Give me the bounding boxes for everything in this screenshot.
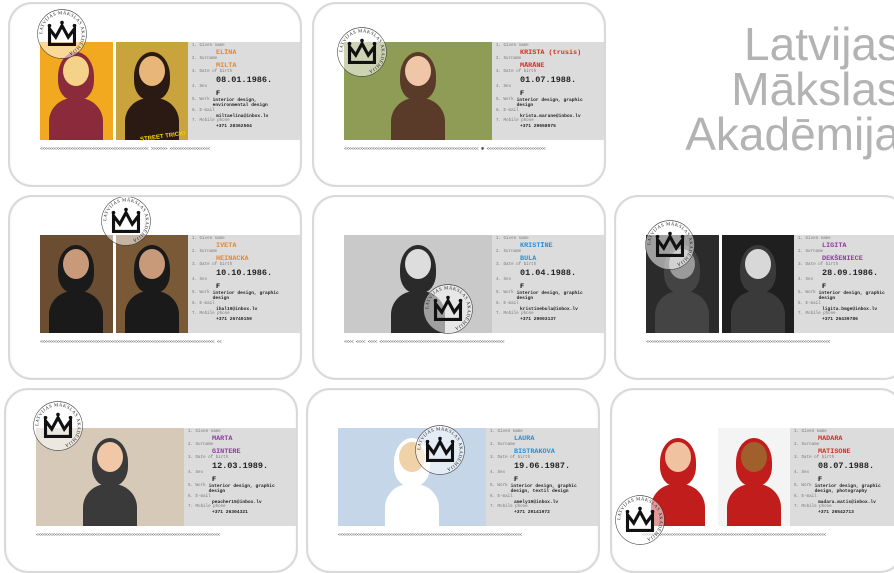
machine-readable-zone: <<<<<<<<<<<<<<<<<<<<<<<<<<<<<<<<<<<<<<<<… — [40, 147, 210, 152]
machine-readable-zone: <<<<<<<<<<<<<<<<<<<<<<<<<<<<<<<<<<<<<<<<… — [344, 147, 546, 152]
mobile-phone: +371 26740159 — [216, 317, 252, 323]
date-of-birth: 08.01.1986. — [216, 75, 273, 85]
student-id-card-7: 1. Given name LAURA 2. Surname BISTRAKOV… — [306, 388, 600, 573]
given-name: LIGITA — [822, 242, 847, 250]
given-name: KRISTA (trusis) — [520, 49, 582, 57]
surname: BISTRAKOVA — [514, 448, 555, 456]
surname: DEKŠENIECE — [822, 255, 863, 263]
student-id-card-2: 1. Given name KRISTA (trusis) 2. Surname… — [312, 2, 606, 187]
surname: MATISONE — [818, 448, 851, 456]
work-field: interior design, graphic design — [208, 484, 275, 495]
info-panel: 1. Given name MADARA 2. Surname MATISONE… — [790, 428, 894, 526]
date-of-birth: 28.09.1986. — [822, 268, 879, 278]
academy-seal-icon: LATVIJAS MĀKSLAS AKADĒMIJA — [100, 197, 152, 247]
sex: F — [514, 476, 519, 484]
machine-readable-zone: <<<<<<<<<<<<<<<<<<<<<<<<<<<<<<<<<<<<<<<<… — [646, 340, 830, 345]
mobile-phone: +371 26542713 — [818, 510, 854, 516]
surname: HEINACKA — [216, 255, 249, 263]
date-of-birth: 01.04.1988. — [520, 268, 577, 278]
work-field: interior design, graphic design, photogr… — [814, 484, 881, 495]
surname: GINTERE — [212, 448, 241, 456]
date-of-birth: 12.03.1989. — [212, 461, 269, 471]
info-panel: 1. Given name KRISTĪNE 2. Surname BULA 3… — [492, 235, 604, 333]
student-id-card-8: 1. Given name MADARA 2. Surname MATISONE… — [610, 388, 894, 573]
label-work: 5. Work interior design, graphic design — [496, 291, 604, 302]
machine-readable-zone: <<<< <<<< <<<< <<<<<<<<<<<<<<<<<<<<<<<<<… — [344, 340, 505, 345]
student-id-card-6: 1. Given name MARTA 2. Surname GINTERE 3… — [4, 388, 298, 573]
portrait-photo — [721, 235, 794, 333]
academy-seal-icon: LATVIJAS MĀKSLAS AKADĒMIJA — [422, 283, 474, 335]
sex: F — [818, 476, 823, 484]
date-of-birth: 01.07.1988. — [520, 75, 577, 85]
student-id-card-4: 1. Given name KRISTĪNE 2. Surname BULA 3… — [312, 195, 606, 380]
surname: BULA — [520, 255, 537, 263]
portrait-photo — [115, 42, 188, 140]
portrait-photo — [40, 235, 113, 333]
given-name: MADARA — [818, 435, 843, 443]
given-name: LAURA — [514, 435, 535, 443]
mobile-phone: +371 26439786 — [822, 317, 858, 323]
mobile-phone: +371 29141972 — [514, 510, 550, 516]
date-of-birth: 19.06.1987. — [514, 461, 571, 471]
student-id-card-5: 1. Given name LIGITA 2. Surname DEKŠENIE… — [614, 195, 894, 380]
work-field: interior design, graphic design — [516, 98, 583, 109]
academy-seal-icon: LATVIJAS MĀKSLAS AKADĒMIJA — [32, 400, 84, 452]
machine-readable-zone: <<<<<<<<<<<<<<<<<<<<<<<<<<<<<<<<<<<<<<<<… — [40, 340, 222, 345]
work-field: interior design, graphic design, textil … — [510, 484, 577, 495]
label-work: 5. Work interior design, graphic design, … — [490, 484, 598, 495]
info-panel: 1. Given name LAURA 2. Surname BISTRAKOV… — [486, 428, 598, 526]
sex: F — [216, 283, 221, 291]
brand-wordmark: Latvijas Mākslas Akadēmija — [685, 18, 894, 160]
label-work: 5. Work interior design, graphic design, … — [794, 484, 894, 495]
given-name: MARTA — [212, 435, 233, 443]
academy-seal-icon: LATVIJAS MĀKSLAS AKADĒMIJA — [614, 494, 666, 546]
date-of-birth: 08.07.1988. — [818, 461, 875, 471]
portrait-photo — [115, 235, 188, 333]
info-panel: 1. Given name KRISTA (trusis) 2. Surname… — [492, 42, 604, 140]
work-field: interior design, environmental design — [212, 98, 268, 109]
info-panel: 1. Given name LIGITA 2. Surname DEKŠENIE… — [794, 235, 894, 333]
student-id-card-3: 1. Given name IVETA 2. Surname HEINACKA … — [8, 195, 302, 380]
info-panel: 1. Given name ELĪNA 2. Surname MILTA 3. … — [188, 42, 300, 140]
work-field: interior design, graphic design — [516, 291, 583, 302]
label-work: 5. Work interior design, graphic design — [798, 291, 894, 302]
mobile-phone: +371 28362504 — [216, 124, 252, 130]
mobile-phone: +371 29003137 — [520, 317, 556, 323]
student-id-card-1: STREET TRICK! 1. Given name ELĪNA 2. Sur… — [8, 2, 302, 187]
given-name: IVETA — [216, 242, 237, 250]
info-panel: 1. Given name MARTA 2. Surname GINTERE 3… — [184, 428, 296, 526]
sex: F — [520, 90, 525, 98]
sex: F — [212, 476, 217, 484]
label-work: 5. Work interior design, graphic design — [496, 98, 604, 109]
work-field: interior design, graphic design — [212, 291, 279, 302]
machine-readable-zone: <<<<<<<<<<<<<<<<<<<<<<<<<<<<<<<<<<<<<<<<… — [338, 533, 522, 538]
academy-seal-icon: LATVIJAS MĀKSLAS AKADĒMIJA — [414, 424, 466, 476]
sex: F — [520, 283, 525, 291]
sex: F — [216, 90, 221, 98]
academy-seal-icon: LATVIJAS MĀKSLAS AKADĒMIJA — [36, 8, 88, 60]
mobile-phone: +371 26304321 — [212, 510, 248, 516]
given-name: ELĪNA — [216, 49, 237, 57]
academy-seal-icon: LATVIJAS MĀKSLAS AKADĒMIJA — [644, 219, 696, 271]
sex: F — [822, 283, 827, 291]
given-name: KRISTĪNE — [520, 242, 553, 250]
photo-area — [40, 235, 188, 333]
brand-line-2: Mākslas — [731, 63, 894, 115]
work-field: interior design, graphic design — [818, 291, 885, 302]
surname: MĀRĀNE — [520, 62, 545, 70]
label-work: 5. Work interior design, environmental de… — [192, 98, 300, 109]
label-work: 5. Work interior design, graphic design — [192, 291, 300, 302]
academy-seal-icon: LATVIJAS MĀKSLAS AKADĒMIJA — [336, 26, 388, 78]
info-panel: 1. Given name IVETA 2. Surname HEINACKA … — [188, 235, 300, 333]
label-work: 5. Work interior design, graphic design — [188, 484, 296, 495]
portrait-photo — [717, 428, 790, 526]
brand-line-1: Latvijas — [744, 18, 894, 70]
machine-readable-zone: <<<<<<<<<<<<<<<<<<<<<<<<<<<<<<<<<<<<<<<<… — [36, 533, 220, 538]
brand-line-3: Akadēmija — [685, 108, 894, 160]
date-of-birth: 10.10.1986. — [216, 268, 273, 278]
mobile-phone: +371 29658075 — [520, 124, 556, 130]
machine-readable-zone: <<<<<<<<<<<<<<<<<<<<<<<<<<<<<<<<<<<<<<<<… — [642, 533, 826, 538]
surname: MILTA — [216, 62, 237, 70]
